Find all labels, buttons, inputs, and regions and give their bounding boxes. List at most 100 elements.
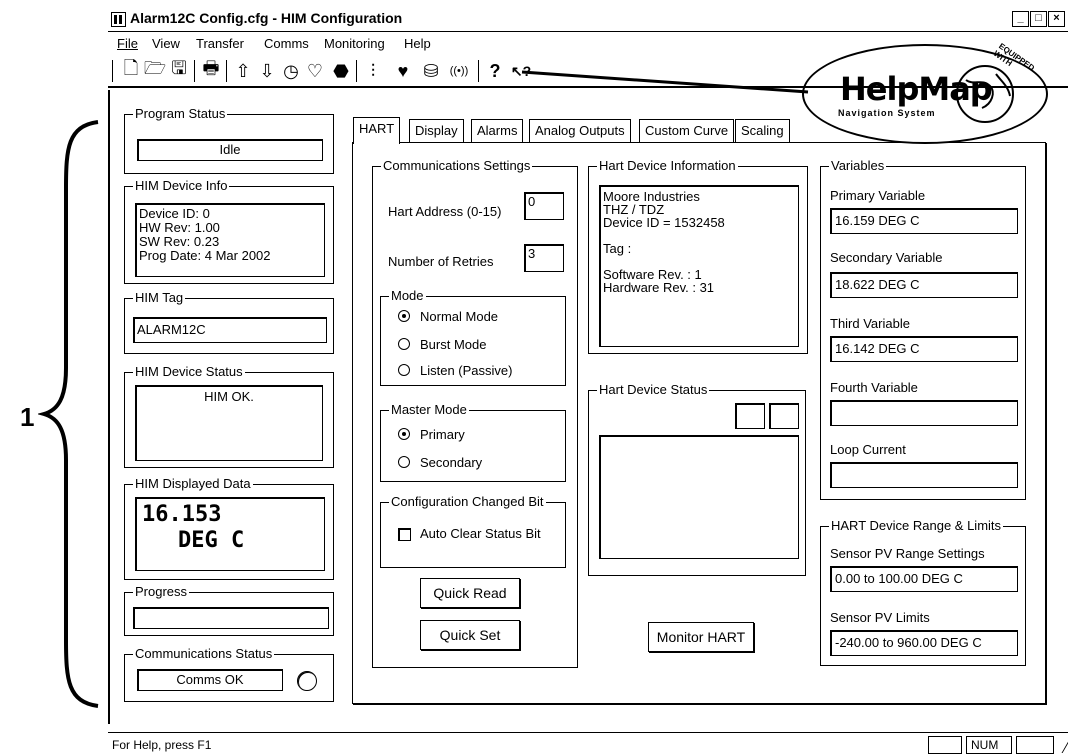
monitor-hart-button[interactable]: Monitor HART [648, 622, 754, 652]
mode-label: Mode [389, 288, 426, 303]
retries-input[interactable]: 3 [524, 244, 564, 272]
device-icon[interactable]: ⛁ [418, 59, 444, 83]
tab-analog-outputs[interactable]: Analog Outputs [529, 119, 631, 143]
status-pane-scroll [1016, 736, 1054, 754]
tab-hart[interactable]: HART [353, 117, 401, 144]
toolbar-separator [226, 60, 227, 82]
hart-device-status-group: Hart Device Status [588, 382, 806, 576]
range-settings-label: Sensor PV Range Settings [830, 546, 985, 561]
comms-status-group: Communications Status Comms OK [124, 646, 334, 702]
hart-device-status-box [599, 435, 799, 559]
prog-date-line: Prog Date: 4 Mar 2002 [139, 248, 271, 263]
device-information-label: Hart Device Information [597, 158, 738, 173]
save-icon[interactable]: 🖫 [166, 58, 192, 83]
auto-clear-label[interactable]: Auto Clear Status Bit [420, 526, 541, 541]
menu-monitoring[interactable]: Monitoring [324, 36, 385, 51]
quick-set-button[interactable]: Quick Set [420, 620, 520, 650]
him-device-status-label: HIM Device Status [133, 364, 245, 379]
new-document-icon[interactable]: 🗋 [118, 58, 144, 83]
config-changed-label: Configuration Changed Bit [389, 494, 546, 509]
status-help-text: For Help, press F1 [112, 738, 212, 752]
annotation-brace [38, 120, 99, 708]
device-id-line: Device ID = 1532458 [603, 215, 725, 230]
progress-label: Progress [133, 584, 190, 599]
normal-mode-radio[interactable] [398, 310, 410, 322]
fourth-variable-value [830, 400, 1018, 426]
pv-limits-value: -240.00 to 960.00 DEG C [830, 630, 1018, 656]
primary-radio[interactable] [398, 428, 410, 440]
tab-alarms[interactable]: Alarms [471, 119, 524, 143]
device-info-group: HIM Device Info Device ID: 0 HW Rev: 1.0… [124, 178, 334, 284]
device-info-label: HIM Device Info [133, 178, 230, 193]
displayed-unit: DEG C [178, 528, 245, 553]
him-displayed-data-box: 16.153 DEG C [135, 497, 325, 571]
help-icon[interactable]: ? [482, 59, 508, 83]
hardware-rev-line: Hardware Rev. : 31 [603, 280, 715, 295]
hart-address-input[interactable]: 0 [524, 192, 564, 220]
normal-mode-label[interactable]: Normal Mode [420, 309, 498, 324]
device-information-box: Moore Industries THZ / TDZ Device ID = 1… [599, 185, 799, 347]
burst-mode-label[interactable]: Burst Mode [420, 337, 486, 352]
status-pane-caps [928, 736, 962, 754]
tag-line: Tag : [603, 241, 632, 256]
hart-device-status-label: Hart Device Status [597, 382, 710, 397]
him-tag-group: HIM Tag ALARM12C [124, 290, 334, 354]
download-arrow-icon[interactable]: ⇩ [254, 59, 280, 83]
monitor-heart-icon[interactable]: ♥ [390, 59, 416, 83]
him-displayed-data-label: HIM Displayed Data [133, 476, 253, 491]
upload-arrow-icon[interactable]: ⇧ [230, 59, 256, 83]
menu-view[interactable]: View [152, 36, 180, 51]
secondary-variable-label: Secondary Variable [830, 250, 943, 265]
status-pane-num: NUM [966, 736, 1012, 754]
hw-rev-line: HW Rev: 1.00 [139, 220, 220, 235]
title-bar[interactable]: Alarm12C Config.cfg - HIM Configuration … [108, 8, 1068, 32]
tab-display[interactable]: Display [409, 119, 464, 143]
primary-variable-value: 16.159 DEG C [830, 208, 1018, 234]
secondary-variable-value: 18.622 DEG C [830, 272, 1018, 298]
stop-icon[interactable]: ⬣ [328, 59, 354, 83]
minimize-button[interactable]: _ [1012, 11, 1029, 27]
comm-settings-label: Communications Settings [381, 158, 533, 173]
him-tag-label: HIM Tag [133, 290, 186, 305]
him-device-status-group: HIM Device Status HIM OK. [124, 364, 334, 468]
menu-file[interactable]: File [117, 36, 138, 51]
listen-mode-label[interactable]: Listen (Passive) [420, 363, 512, 378]
him-device-status-box: HIM OK. [135, 385, 323, 461]
heart-icon[interactable]: ♡ [302, 59, 328, 83]
progress-group: Progress [124, 584, 334, 636]
program-status-value: Idle [137, 139, 323, 161]
him-displayed-data-group: HIM Displayed Data 16.153 DEG C [124, 476, 334, 580]
pv-limits-label: Sensor PV Limits [830, 610, 930, 625]
signal-icon[interactable]: ((•)) [446, 59, 472, 83]
toolbar-separator [478, 60, 479, 82]
close-button[interactable]: × [1048, 11, 1065, 27]
displayed-value: 16.153 [142, 502, 222, 527]
retries-label: Number of Retries [388, 254, 494, 269]
auto-clear-checkbox[interactable] [398, 528, 411, 541]
listen-mode-radio[interactable] [398, 364, 410, 376]
secondary-label[interactable]: Secondary [420, 455, 482, 470]
third-variable-value: 16.142 DEG C [830, 336, 1018, 362]
tab-custom-curve[interactable]: Custom Curve [639, 119, 735, 143]
quick-read-button[interactable]: Quick Read [420, 578, 520, 608]
tab-scaling[interactable]: Scaling [735, 119, 790, 143]
secondary-radio[interactable] [398, 456, 410, 468]
him-tag-input[interactable]: ALARM12C [133, 317, 327, 343]
sw-rev-line: SW Rev: 0.23 [139, 234, 220, 249]
print-icon[interactable]: 🖶 [198, 58, 224, 83]
open-folder-icon[interactable]: 🗁 [142, 58, 168, 83]
clock-icon[interactable]: ◷ [278, 59, 304, 83]
third-variable-label: Third Variable [830, 316, 910, 331]
resize-grip-icon[interactable] [1052, 741, 1068, 753]
hart-io-icon[interactable]: ⫶ [360, 59, 386, 83]
master-mode-group: Master Mode [380, 402, 566, 482]
menu-help[interactable]: Help [404, 36, 431, 51]
device-id-line: Device ID: 0 [139, 206, 210, 221]
program-status-label: Program Status [133, 106, 228, 121]
maximize-button[interactable]: □ [1030, 11, 1047, 27]
menu-comms[interactable]: Comms [264, 36, 309, 51]
menu-transfer[interactable]: Transfer [196, 36, 244, 51]
primary-label[interactable]: Primary [420, 427, 465, 442]
burst-mode-radio[interactable] [398, 338, 410, 350]
